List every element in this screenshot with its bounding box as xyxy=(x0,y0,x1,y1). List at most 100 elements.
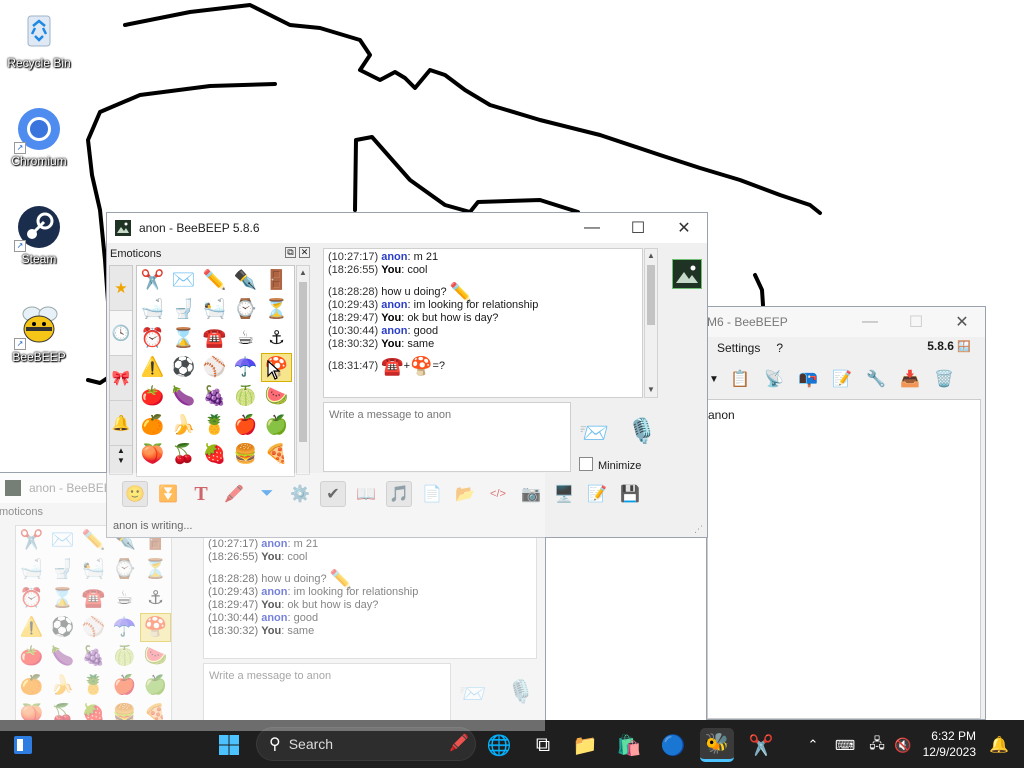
emoticon-cell[interactable]: ✏️ xyxy=(78,526,109,555)
emoticon-cell[interactable]: 🍌 xyxy=(168,411,199,440)
scrollbar-thumb[interactable] xyxy=(647,265,655,325)
scroll-up-arrow-icon[interactable]: ▲ xyxy=(645,249,657,263)
emoticon-cell[interactable]: ⚾ xyxy=(199,353,230,382)
emoticon-cell[interactable]: 🛁 xyxy=(16,555,47,584)
music-note-icon[interactable]: 🎵 xyxy=(386,481,412,507)
emoticon-cell[interactable]: 🍅 xyxy=(137,382,168,411)
emoticon-cell[interactable]: 🍌 xyxy=(47,671,78,700)
emoticon-cell[interactable]: ⏰ xyxy=(16,584,47,613)
emoticon-cell[interactable]: 🍆 xyxy=(47,642,78,671)
emoticon-cell[interactable]: ☂️ xyxy=(109,613,140,642)
screenshot-icon[interactable]: 🖥️ xyxy=(551,481,577,507)
close-button[interactable]: ✕ xyxy=(939,307,985,337)
bow-tab-icon[interactable]: 🎀 xyxy=(110,356,132,401)
desktop-icon-steam[interactable]: ↗ Steam xyxy=(2,204,76,266)
code-icon[interactable]: </> xyxy=(485,481,511,507)
emoticon-cell[interactable]: ✂️ xyxy=(137,266,168,295)
emoticon-cell[interactable]: 🚪 xyxy=(261,266,292,295)
emoticon-cell[interactable]: 🍄 xyxy=(140,613,171,642)
emoticon-cell[interactable]: 🍔 xyxy=(230,440,261,469)
taskbar-search[interactable]: ⚲ Search 🖍️ xyxy=(256,727,476,761)
emoticon-cell[interactable]: 🍊 xyxy=(137,411,168,440)
chromium-taskbar-icon[interactable]: 🔵 xyxy=(656,728,690,762)
scroll-down-arrow-icon[interactable]: ▼ xyxy=(645,383,657,397)
emoticon-cell[interactable]: ⏰ xyxy=(137,324,168,353)
message-input[interactable]: Write a message to anon xyxy=(323,402,571,472)
network-icon[interactable]: 📡 xyxy=(761,366,787,392)
start-windows-icon[interactable] xyxy=(212,728,246,762)
edit-note-icon[interactable]: 📝 xyxy=(584,481,610,507)
color-picker-icon[interactable]: 🖍️ xyxy=(221,481,247,507)
mailbox-icon[interactable]: 📭 xyxy=(795,366,821,392)
chat-scrollbar[interactable]: ▲ ▼ xyxy=(644,248,658,398)
emoticon-cell[interactable]: 🛀 xyxy=(78,555,109,584)
tab-scroll-up-icon[interactable]: ▲ xyxy=(110,446,132,456)
emoticon-cell[interactable]: 🍊 xyxy=(16,671,47,700)
emoticon-cell[interactable]: 🍒 xyxy=(168,440,199,469)
keyboard-icon[interactable]: ⌨ xyxy=(828,728,862,762)
emoticon-cell[interactable]: ⚽ xyxy=(47,613,78,642)
emoticon-cell[interactable]: 🍉 xyxy=(261,382,292,411)
menu-help[interactable]: ? xyxy=(776,341,783,355)
emoticon-cell[interactable]: ☕ xyxy=(230,324,261,353)
chat-window[interactable]: anon - BeeBEEP 5.8.6 — ☐ ✕ Emoticons ⧉ ✕… xyxy=(106,212,708,538)
minimize-button[interactable]: — xyxy=(847,307,893,337)
emoticon-cell[interactable]: ⚾ xyxy=(78,613,109,642)
emoticon-cell[interactable]: 🍎 xyxy=(230,411,261,440)
send-file-icon[interactable]: 📄 xyxy=(419,481,445,507)
desktop-icon-recycle-bin[interactable]: Recycle Bin xyxy=(2,8,76,70)
volume-muted-icon[interactable]: 🔇 xyxy=(886,728,920,762)
bell-tab-icon[interactable]: 🔔 xyxy=(110,401,132,446)
file-explorer-icon[interactable]: 📁 xyxy=(568,728,602,762)
update-icon[interactable]: 📥 xyxy=(897,366,923,392)
desktop-icon-beebeep[interactable]: ↗ BeeBEEP xyxy=(2,302,76,364)
tools-icon[interactable]: 🔧 xyxy=(863,366,889,392)
microphone-icon[interactable]: 🎙️ xyxy=(627,417,657,446)
emoticon-cell[interactable]: 🍍 xyxy=(78,671,109,700)
emoticon-grid[interactable]: ✂️ ✉️ ✏️ ✒️ 🚪 🛁 🚽 🛀 ⌚ ⏳ ⏰ ⌛ ☎️ ☕ ⚓ ⚠️ ⚽ ⚾ ☂️ 🍄 🍅 🍆 🍇 🍈 🍉 🍊 🍌 🍍 🍎 🍏 🍑 🍒 🍓… xyxy=(15,525,172,727)
emoticon-cell[interactable]: ✂️ xyxy=(16,526,47,555)
send-icon[interactable]: 📨 xyxy=(579,419,609,448)
download-arrow-icon[interactable]: ⏬ xyxy=(155,481,181,507)
emoticon-cell[interactable]: ✒️ xyxy=(230,266,261,295)
emoticon-cell[interactable]: 🛁 xyxy=(137,295,168,324)
scrollbar-thumb[interactable] xyxy=(299,282,307,442)
widgets-icon[interactable] xyxy=(6,728,40,762)
snipping-tool-icon[interactable]: ✂️ xyxy=(744,728,778,762)
emoticon-cell[interactable]: ✏️ xyxy=(199,266,230,295)
send-icon[interactable]: 📨 xyxy=(459,681,486,707)
emoticon-cell[interactable]: ⚓ xyxy=(261,324,292,353)
emoticon-cell[interactable]: 🛀 xyxy=(199,295,230,324)
emoticon-cell[interactable]: 🍈 xyxy=(109,642,140,671)
emoticon-cell[interactable]: ⌛ xyxy=(168,324,199,353)
microphone-icon[interactable]: 🎙️ xyxy=(507,679,534,705)
clock-tab-icon[interactable]: 🕓 xyxy=(110,311,132,356)
minimize-checkbox[interactable]: Minimize xyxy=(579,457,641,472)
send-folder-icon[interactable]: 📂 xyxy=(452,481,478,507)
save-icon[interactable]: 💾 xyxy=(617,481,643,507)
emoticon-cell[interactable]: ⌛ xyxy=(47,584,78,613)
checkbox-box[interactable] xyxy=(579,457,593,471)
clock[interactable]: 6:32 PM 12/9/2023 xyxy=(923,728,976,760)
avatar[interactable] xyxy=(672,259,702,289)
emoticon-cell[interactable]: 🍅 xyxy=(16,642,47,671)
resize-grip-icon[interactable]: ⋰ xyxy=(694,524,703,535)
emoticon-cell[interactable]: 🍇 xyxy=(199,382,230,411)
emoticon-cell[interactable]: 🍏 xyxy=(261,411,292,440)
store-icon[interactable]: 🛍️ xyxy=(612,728,646,762)
emoticon-cell[interactable]: 🍏 xyxy=(140,671,171,700)
emoticon-cell[interactable]: 🍇 xyxy=(78,642,109,671)
filter-icon[interactable]: ⏷ xyxy=(254,481,280,507)
minimize-button[interactable]: — xyxy=(569,213,615,243)
emoticon-cell[interactable]: 🍉 xyxy=(140,642,171,671)
emoticon-cell[interactable]: 🍈 xyxy=(230,382,261,411)
message-input[interactable]: Write a message to anon xyxy=(203,663,451,725)
smiley-icon[interactable]: 🙂 xyxy=(122,481,148,507)
emoticon-cell[interactable]: 🍓 xyxy=(199,440,230,469)
dropdown-arrow-icon[interactable]: ▼ xyxy=(709,374,719,385)
star-tab-icon[interactable]: ★ xyxy=(110,266,132,311)
emoticon-cell[interactable]: ☎️ xyxy=(199,324,230,353)
spellcheck-icon[interactable]: ✔ xyxy=(320,481,346,507)
task-view-icon[interactable]: ⧉ xyxy=(526,728,560,762)
bin-icon[interactable]: 🗑️ xyxy=(931,366,957,392)
